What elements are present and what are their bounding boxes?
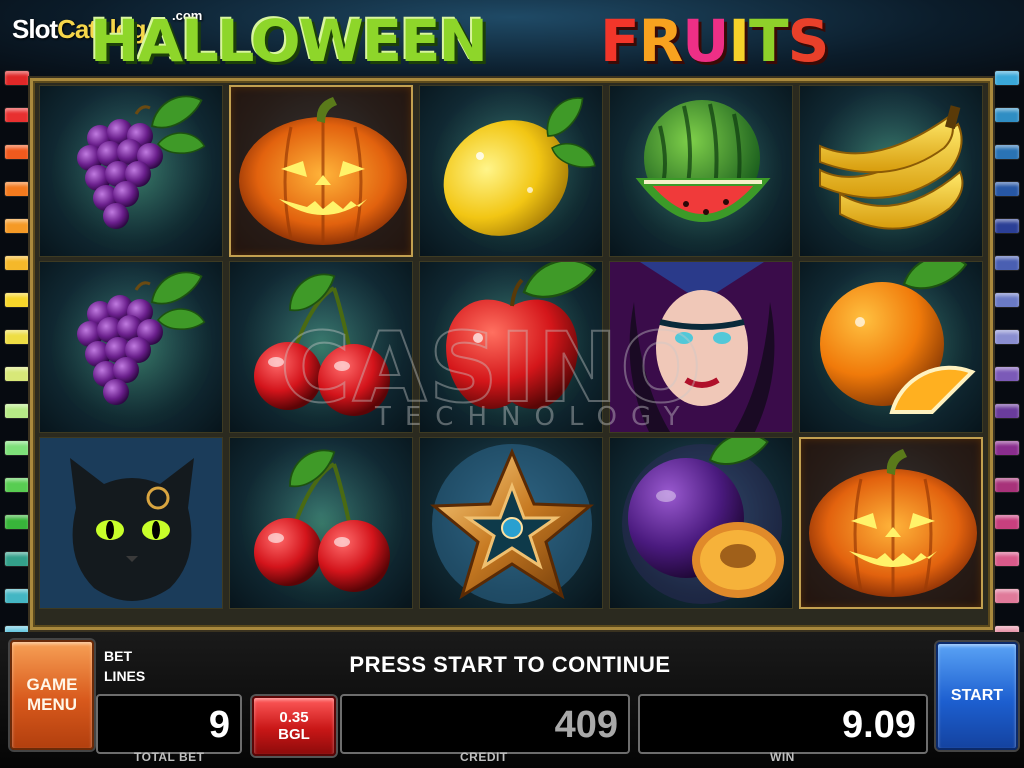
bet-button[interactable]: 0.35 BGL bbox=[252, 696, 336, 756]
black-cat-icon bbox=[40, 438, 222, 608]
paylines-right bbox=[994, 62, 1020, 641]
bet-button-currency: BGL bbox=[278, 726, 310, 743]
total-bet-value: 9 bbox=[208, 704, 230, 746]
payline-marker bbox=[994, 403, 1020, 419]
lines-label: LINES bbox=[104, 668, 146, 684]
orange-icon bbox=[812, 262, 976, 428]
payline-marker bbox=[994, 144, 1020, 160]
payline-marker bbox=[4, 292, 30, 308]
title-fruits-letter: R bbox=[638, 7, 684, 75]
witch-icon bbox=[610, 262, 792, 432]
status-message: PRESS START TO CONTINUE bbox=[349, 652, 671, 677]
reel-cell-pentagram-star bbox=[419, 437, 603, 609]
payline-marker bbox=[4, 329, 30, 345]
payline-marker bbox=[4, 255, 30, 271]
credit-display: 409 bbox=[340, 694, 630, 754]
payline-marker bbox=[4, 440, 30, 456]
payline-marker bbox=[4, 514, 30, 530]
pentagram-star-icon bbox=[429, 444, 595, 604]
reel-cell-orange bbox=[799, 261, 983, 433]
payline-marker bbox=[994, 292, 1020, 308]
banana-icon bbox=[812, 92, 972, 252]
game-menu-label-line2: MENU bbox=[26, 695, 78, 714]
start-button[interactable]: START bbox=[936, 642, 1018, 750]
reel-cell-plum bbox=[609, 437, 793, 609]
reel-cell-lemon bbox=[419, 85, 603, 257]
grapes-icon bbox=[52, 268, 212, 428]
title-fruits-letter: S bbox=[787, 7, 830, 75]
payline-marker bbox=[4, 551, 30, 567]
bet-label: BET bbox=[104, 648, 132, 664]
payline-marker bbox=[994, 255, 1020, 271]
title-fruits-letter: I bbox=[728, 7, 750, 75]
payline-marker bbox=[4, 366, 30, 382]
payline-marker bbox=[994, 477, 1020, 493]
reel-cell-black-cat bbox=[39, 437, 223, 609]
payline-marker bbox=[4, 588, 30, 604]
title-fruits-letter: U bbox=[682, 7, 729, 75]
cherries-icon bbox=[242, 268, 402, 428]
reel-cell-pumpkin bbox=[229, 85, 413, 257]
reel-cell-grapes bbox=[39, 261, 223, 433]
payline-marker bbox=[4, 181, 30, 197]
payline-marker bbox=[994, 440, 1020, 456]
reel-cell-cherries bbox=[229, 261, 413, 433]
total-bet-caption: TOTAL BET bbox=[134, 750, 205, 764]
payline-marker bbox=[4, 403, 30, 419]
payline-marker bbox=[994, 181, 1020, 197]
game-menu-label-line1: GAME bbox=[26, 675, 78, 694]
bet-lines-label: BET LINES bbox=[104, 646, 145, 686]
payline-marker bbox=[994, 218, 1020, 234]
win-display: 9.09 bbox=[638, 694, 928, 754]
watermelon-icon bbox=[622, 92, 782, 252]
payline-marker bbox=[4, 70, 30, 86]
reel-cell-banana bbox=[799, 85, 983, 257]
credit-caption: CREDIT bbox=[460, 750, 508, 764]
payline-marker bbox=[994, 588, 1020, 604]
bet-button-value: 0.35 bbox=[279, 709, 309, 726]
payline-marker bbox=[994, 329, 1020, 345]
title-fruits-letter: T bbox=[749, 7, 789, 75]
payline-marker bbox=[994, 107, 1020, 123]
payline-marker bbox=[994, 366, 1020, 382]
payline-marker bbox=[994, 551, 1020, 567]
apple-icon bbox=[432, 262, 597, 428]
reel-cell-grapes bbox=[39, 85, 223, 257]
title-bar: SlotCatalog .com HALLOWEEN FRUITS bbox=[0, 0, 1024, 86]
reel-cell-watermelon bbox=[609, 85, 793, 257]
payline-marker bbox=[4, 107, 30, 123]
game-title-fruits: FRUITS bbox=[600, 2, 960, 80]
reel-cell-witch bbox=[609, 261, 793, 433]
payline-marker bbox=[994, 514, 1020, 530]
payline-marker bbox=[994, 70, 1020, 86]
payline-marker bbox=[4, 218, 30, 234]
reel-cell-pumpkin bbox=[799, 437, 983, 609]
payline-marker bbox=[4, 477, 30, 493]
grapes-icon bbox=[52, 92, 212, 252]
total-bet-display: 9 bbox=[96, 694, 242, 754]
reel-cell-apple bbox=[419, 261, 603, 433]
game-menu-button[interactable]: GAME MENU bbox=[10, 640, 94, 750]
paylines-left bbox=[4, 62, 30, 641]
plum-icon bbox=[622, 438, 784, 604]
game-screen: SlotCatalog .com HALLOWEEN FRUITS TECHNO… bbox=[0, 0, 1024, 768]
pumpkin-icon bbox=[801, 439, 981, 607]
title-fruits-letter: F bbox=[600, 7, 640, 75]
win-value: 9.09 bbox=[842, 704, 916, 746]
reel-cell-cherries bbox=[229, 437, 413, 609]
pumpkin-icon bbox=[231, 87, 411, 255]
payline-marker bbox=[4, 144, 30, 160]
lemon-icon bbox=[432, 92, 596, 252]
reels-area bbox=[30, 78, 993, 630]
win-caption: WIN bbox=[770, 750, 795, 764]
game-title-halloween: HALLOWEEN bbox=[89, 7, 488, 75]
cherries-icon bbox=[242, 444, 402, 604]
credit-value: 409 bbox=[554, 704, 618, 746]
